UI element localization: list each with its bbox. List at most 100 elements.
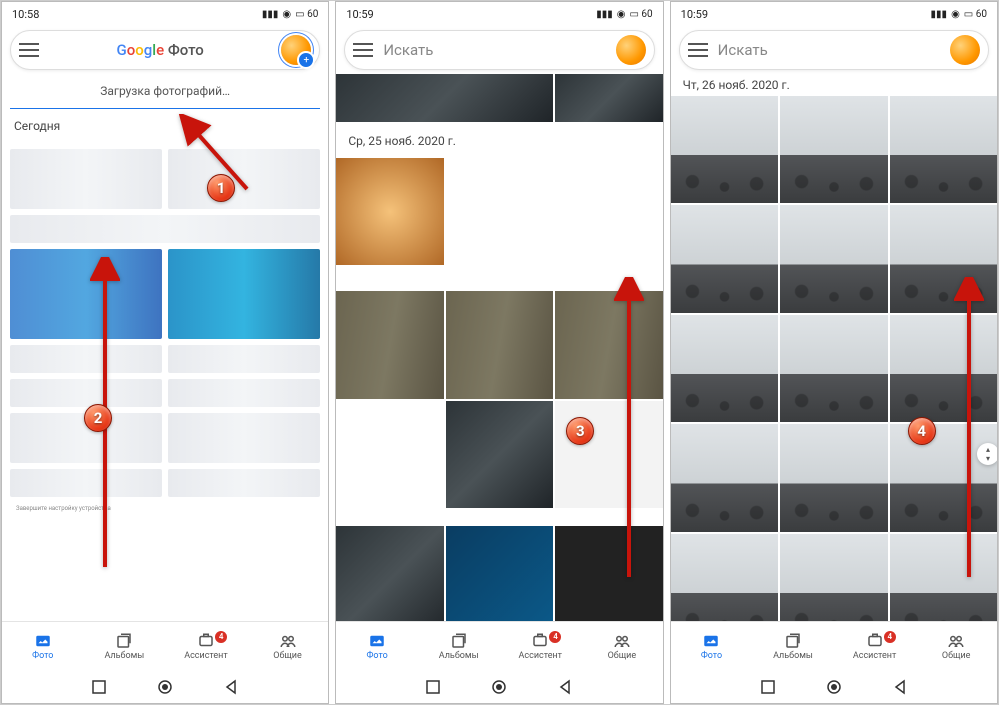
list-item[interactable] xyxy=(10,249,162,339)
list-item[interactable] xyxy=(168,379,320,407)
signal-icon: ▮▮▮ xyxy=(262,9,279,20)
photos-icon xyxy=(701,633,721,649)
list-item[interactable] xyxy=(10,469,162,497)
back-button[interactable] xyxy=(223,679,239,695)
nav-albums[interactable]: Альбомы xyxy=(84,633,166,661)
nav-sharing[interactable]: Общие xyxy=(247,633,329,661)
system-nav xyxy=(671,671,997,703)
list-item[interactable] xyxy=(168,469,320,497)
assistant-badge: 4 xyxy=(215,631,227,643)
menu-icon[interactable] xyxy=(688,43,708,57)
back-button[interactable] xyxy=(557,679,573,695)
sharing-icon xyxy=(946,633,966,649)
date-header: Чт, 26 нояб. 2020 г. xyxy=(671,74,997,96)
search-input[interactable]: Искать xyxy=(708,41,950,59)
status-bar: 10:58 ▮▮▮ ◉ ▭ 60 xyxy=(2,2,328,26)
list-item[interactable] xyxy=(10,149,162,209)
photo-thumbnail[interactable] xyxy=(671,315,778,422)
photo-thumbnail[interactable] xyxy=(890,96,997,203)
wifi-icon: ◉ xyxy=(951,9,960,20)
nav-albums[interactable]: Альбомы xyxy=(752,633,834,661)
status-right: ▮▮▮ ◉ ▭ 60 xyxy=(931,9,987,20)
list-item[interactable] xyxy=(10,345,162,373)
photo-thumbnail[interactable] xyxy=(555,74,662,122)
sharing-icon xyxy=(278,633,298,649)
sharing-icon xyxy=(612,633,632,649)
upload-banner: Загрузка фотографий… xyxy=(10,74,320,109)
nav-assistant[interactable]: 4Ассистент xyxy=(499,633,581,661)
photo-thumbnail[interactable] xyxy=(780,424,887,531)
photo-thumbnail[interactable] xyxy=(671,205,778,312)
list-item[interactable] xyxy=(10,379,162,407)
callout-marker-1: 1 xyxy=(207,174,235,202)
nav-photos[interactable]: Фото xyxy=(2,633,84,661)
photo-thumbnail[interactable] xyxy=(780,96,887,203)
photo-thumbnail[interactable] xyxy=(336,401,443,508)
wifi-icon: ◉ xyxy=(617,9,626,20)
home-button[interactable] xyxy=(826,679,842,695)
nav-assistant[interactable]: 4Ассистент xyxy=(834,633,916,661)
nav-sharing[interactable]: Общие xyxy=(581,633,663,661)
search-bar[interactable]: Google Фото xyxy=(10,30,320,70)
back-button[interactable] xyxy=(892,679,908,695)
photo-thumbnail[interactable] xyxy=(555,526,662,621)
photo-thumbnail[interactable] xyxy=(446,526,553,621)
nav-albums[interactable]: Альбомы xyxy=(418,633,500,661)
assistant-icon xyxy=(196,633,216,649)
photo-thumbnail[interactable] xyxy=(446,158,553,265)
photo-thumbnail[interactable] xyxy=(780,315,887,422)
arrow-3 xyxy=(614,277,644,591)
photo-thumbnail[interactable] xyxy=(336,74,553,122)
search-bar[interactable]: Искать xyxy=(679,30,989,70)
signal-icon: ▮▮▮ xyxy=(931,9,948,20)
system-nav xyxy=(2,671,328,703)
section-today: Сегодня xyxy=(2,109,328,143)
recent-apps-button[interactable] xyxy=(91,679,107,695)
albums-icon xyxy=(783,633,803,649)
avatar[interactable] xyxy=(616,35,646,65)
photo-thumbnail[interactable] xyxy=(780,205,887,312)
photo-thumbnail[interactable] xyxy=(671,534,778,621)
list-item[interactable] xyxy=(168,249,320,339)
assistant-badge: 4 xyxy=(884,631,896,643)
photo-thumbnail[interactable] xyxy=(671,96,778,203)
photo-thumbnail[interactable] xyxy=(336,158,443,265)
list-item[interactable] xyxy=(10,215,320,243)
photo-feed[interactable]: ▴▾ xyxy=(671,96,997,621)
assistant-icon xyxy=(530,633,550,649)
photo-thumbnail[interactable] xyxy=(446,401,553,508)
home-button[interactable] xyxy=(491,679,507,695)
photo-thumbnail[interactable] xyxy=(336,526,443,621)
photo-thumbnail[interactable] xyxy=(336,291,443,398)
photo-thumbnail[interactable] xyxy=(555,291,662,398)
avatar[interactable] xyxy=(281,35,311,65)
search-input[interactable]: Искать xyxy=(373,41,615,59)
avatar[interactable] xyxy=(950,35,980,65)
bottom-nav: Фото Альбомы 4Ассистент Общие xyxy=(336,621,662,671)
status-bar: 10:59 ▮▮▮ ◉ ▭ 60 xyxy=(671,2,997,26)
photo-thumbnail[interactable] xyxy=(780,534,887,621)
photo-thumbnail[interactable] xyxy=(671,424,778,531)
list-item[interactable] xyxy=(168,413,320,463)
list-item[interactable] xyxy=(168,345,320,373)
photos-icon xyxy=(367,633,387,649)
nav-assistant[interactable]: 4Ассистент xyxy=(165,633,247,661)
home-button[interactable] xyxy=(157,679,173,695)
status-time: 10:59 xyxy=(681,8,708,21)
nav-photos[interactable]: Фото xyxy=(671,633,753,661)
callout-marker-4: 4 xyxy=(908,417,936,445)
signal-icon: ▮▮▮ xyxy=(596,9,613,20)
assistant-icon xyxy=(865,633,885,649)
photo-thumbnail[interactable] xyxy=(446,291,553,398)
search-bar[interactable]: Искать xyxy=(344,30,654,70)
menu-icon[interactable] xyxy=(353,43,373,57)
photo-feed[interactable]: Завершите настройку устройства xyxy=(2,143,328,621)
nav-photos[interactable]: Фото xyxy=(336,633,418,661)
battery-icon: ▭ 60 xyxy=(295,9,318,20)
status-time: 10:59 xyxy=(346,8,373,21)
photo-thumbnail[interactable] xyxy=(555,401,662,508)
recent-apps-button[interactable] xyxy=(425,679,441,695)
recent-apps-button[interactable] xyxy=(760,679,776,695)
menu-icon[interactable] xyxy=(19,43,39,57)
nav-sharing[interactable]: Общие xyxy=(915,633,997,661)
